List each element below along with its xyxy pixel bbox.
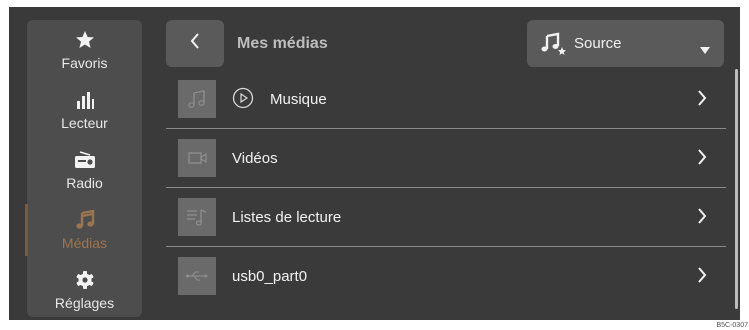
list-item-videos[interactable]: Vidéos — [166, 129, 726, 188]
back-button[interactable] — [166, 20, 224, 67]
sidebar-item-label: Radio — [66, 175, 103, 191]
chevron-right-icon — [696, 148, 708, 170]
infotainment-screen: Favoris Lecteur Radio Médias Réglages Me… — [9, 7, 740, 320]
star-icon — [75, 29, 95, 51]
sidebar-item-label: Lecteur — [61, 115, 108, 131]
music-file-icon — [178, 80, 216, 118]
play-icon[interactable] — [232, 87, 254, 113]
chevron-right-icon — [696, 207, 708, 229]
figure-code: B5C-0307 — [716, 322, 748, 329]
sidebar-item-label: Médias — [61, 235, 108, 251]
equalizer-icon — [75, 89, 95, 111]
sidebar-item-lecteur[interactable]: Lecteur — [27, 82, 142, 140]
sidebar-item-label: Favoris — [61, 55, 108, 71]
playlist-icon — [178, 198, 216, 236]
list-item-listes-de-lecture[interactable]: Listes de lecture — [166, 188, 726, 247]
sidebar-item-favoris[interactable]: Favoris — [27, 22, 142, 80]
list-item-usb[interactable]: usb0_part0 — [166, 247, 726, 305]
radio-icon — [74, 149, 96, 171]
list-item-label: Listes de lecture — [232, 209, 342, 226]
video-icon — [178, 139, 216, 177]
sidebar-item-label: Réglages — [54, 295, 115, 311]
list-item-label: usb0_part0 — [232, 268, 308, 285]
sidebar-item-radio[interactable]: Radio — [27, 142, 142, 200]
list-item-musique[interactable]: Musique — [166, 70, 726, 129]
sidebar-item-reglages[interactable]: Réglages — [27, 262, 142, 320]
music-note-icon — [75, 209, 95, 231]
list-item-label: Vidéos — [232, 150, 278, 167]
page-title: Mes médias — [237, 35, 328, 52]
usb-icon — [178, 257, 216, 295]
source-label: Source — [574, 35, 622, 52]
active-indicator — [25, 204, 28, 256]
music-source-icon — [541, 32, 567, 60]
sidebar-item-medias[interactable]: Médias — [27, 202, 142, 260]
scrollbar[interactable] — [735, 69, 738, 309]
sidebar: Favoris Lecteur Radio Médias Réglages — [27, 20, 142, 317]
list-item-label: Musique — [270, 91, 327, 108]
gear-icon — [75, 269, 95, 291]
caret-down-icon — [700, 41, 710, 58]
chevron-right-icon — [696, 89, 708, 111]
chevron-right-icon — [696, 266, 708, 288]
source-dropdown[interactable]: Source — [527, 20, 724, 67]
chevron-left-icon — [189, 32, 201, 55]
